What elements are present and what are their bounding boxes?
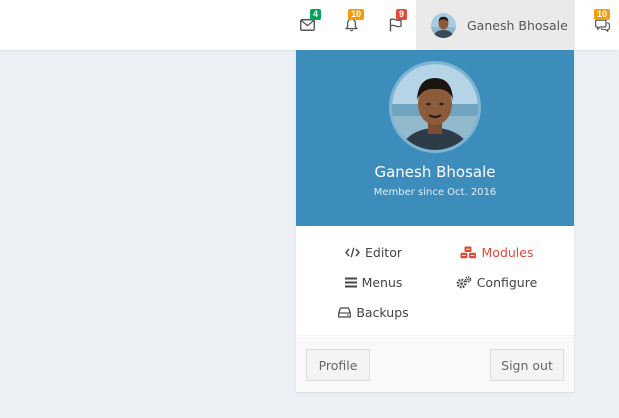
messages-count-badge: 4 bbox=[310, 9, 322, 20]
profile-photo bbox=[389, 61, 481, 153]
bars-icon bbox=[344, 277, 357, 288]
tasks-menu[interactable]: 9 bbox=[380, 0, 410, 50]
envelope-icon bbox=[299, 19, 315, 31]
notifications-count-badge: 10 bbox=[348, 9, 365, 20]
tasks-count-badge: 9 bbox=[396, 9, 408, 20]
chat-menu[interactable]: 10 bbox=[585, 0, 619, 50]
comments-icon bbox=[594, 19, 610, 32]
modules-link[interactable]: Modules bbox=[427, 241, 566, 263]
user-menu-footer: Profile Sign out bbox=[296, 337, 574, 392]
menus-link[interactable]: Menus bbox=[304, 271, 443, 293]
configure-link[interactable]: Configure bbox=[427, 271, 566, 293]
user-header: Ganesh Bhosale Member since Oct. 2016 bbox=[296, 50, 574, 226]
backups-link[interactable]: Backups bbox=[304, 301, 443, 323]
notifications-menu[interactable]: 10 bbox=[336, 0, 366, 50]
editor-label: Editor bbox=[365, 244, 402, 260]
cubes-icon bbox=[460, 246, 477, 259]
sign-out-button[interactable]: Sign out bbox=[490, 349, 564, 381]
modules-label: Modules bbox=[481, 244, 534, 260]
avatar bbox=[431, 12, 456, 38]
messages-menu[interactable]: 4 bbox=[291, 0, 323, 50]
member-since-text: Member since Oct. 2016 bbox=[373, 187, 497, 198]
code-icon bbox=[345, 247, 360, 258]
user-menu-toggle[interactable]: Ganesh Bhosale bbox=[416, 0, 575, 50]
cogs-icon bbox=[456, 275, 472, 289]
backups-label: Backups bbox=[356, 304, 409, 320]
menus-label: Menus bbox=[361, 274, 403, 290]
user-menu-body: Editor Modules Menus Configure Backups bbox=[296, 226, 574, 336]
chat-count-badge: 10 bbox=[594, 9, 611, 20]
hdd-icon bbox=[338, 306, 352, 318]
profile-name: Ganesh Bhosale bbox=[374, 163, 496, 181]
bell-icon bbox=[344, 18, 358, 32]
navbar-user-name: Ganesh Bhosale bbox=[467, 17, 568, 33]
editor-link[interactable]: Editor bbox=[304, 241, 443, 263]
flag-icon bbox=[389, 18, 402, 32]
top-navbar: 4 10 9 Ganesh Bhosale 10 bbox=[0, 0, 619, 50]
profile-button[interactable]: Profile bbox=[306, 349, 370, 381]
user-dropdown-menu: Ganesh Bhosale Member since Oct. 2016 Ed… bbox=[296, 50, 574, 392]
configure-label: Configure bbox=[476, 274, 538, 290]
